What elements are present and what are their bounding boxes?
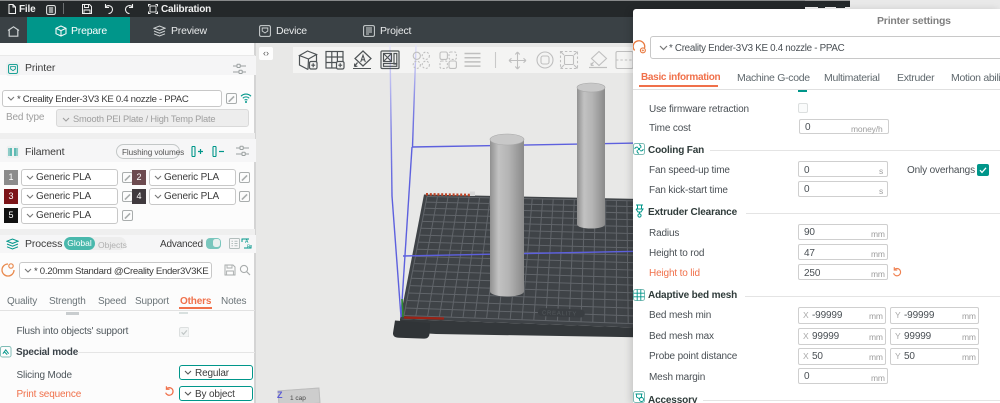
svg-text:CREALITY: CREALITY: [542, 311, 577, 318]
